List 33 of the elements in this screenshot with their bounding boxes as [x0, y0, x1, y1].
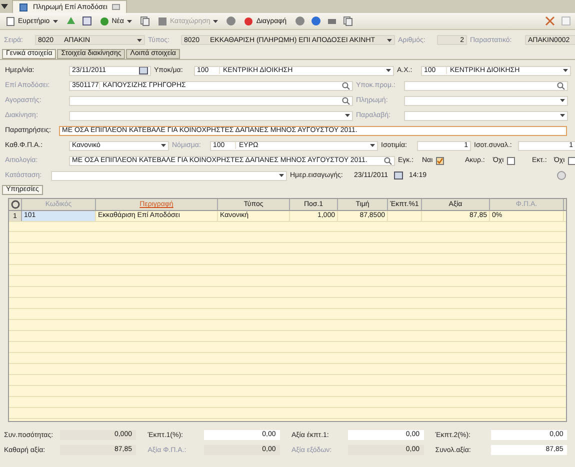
caret-icon[interactable] [387, 38, 392, 42]
search-icon[interactable] [557, 82, 565, 90]
checkbox[interactable] [568, 156, 575, 164]
circle-icon[interactable] [294, 16, 305, 26]
checkbox[interactable] [506, 156, 515, 164]
input-field[interactable] [404, 96, 568, 106]
copy-icon[interactable] [140, 16, 150, 26]
caret-icon[interactable] [137, 38, 142, 42]
circle-icon[interactable] [226, 16, 236, 26]
input-field[interactable] [69, 110, 353, 120]
caret-icon [126, 20, 132, 22]
caret-icon[interactable] [560, 99, 565, 102]
circle-icon[interactable] [557, 171, 566, 180]
input-field[interactable] [51, 170, 287, 180]
search-icon[interactable] [342, 82, 350, 90]
input-field[interactable] [69, 96, 353, 106]
copy-icon[interactable] [342, 16, 353, 26]
caret-icon[interactable] [563, 69, 568, 72]
caret-icon [213, 20, 218, 22]
caret-icon[interactable] [161, 144, 166, 147]
caret-icon[interactable] [279, 174, 284, 177]
caret-icon[interactable] [386, 69, 391, 72]
checkbox[interactable] [436, 156, 444, 164]
caret-icon[interactable] [370, 144, 375, 147]
input-field[interactable] [404, 110, 568, 120]
caret-icon[interactable] [560, 114, 565, 117]
caret-icon[interactable] [345, 114, 350, 117]
search-icon[interactable] [384, 156, 392, 164]
search-icon[interactable] [342, 96, 350, 104]
caret-icon [52, 20, 58, 22]
settings-icon[interactable] [10, 200, 20, 209]
caret-icon[interactable] [1, 4, 8, 9]
input-field[interactable] [404, 80, 568, 90]
